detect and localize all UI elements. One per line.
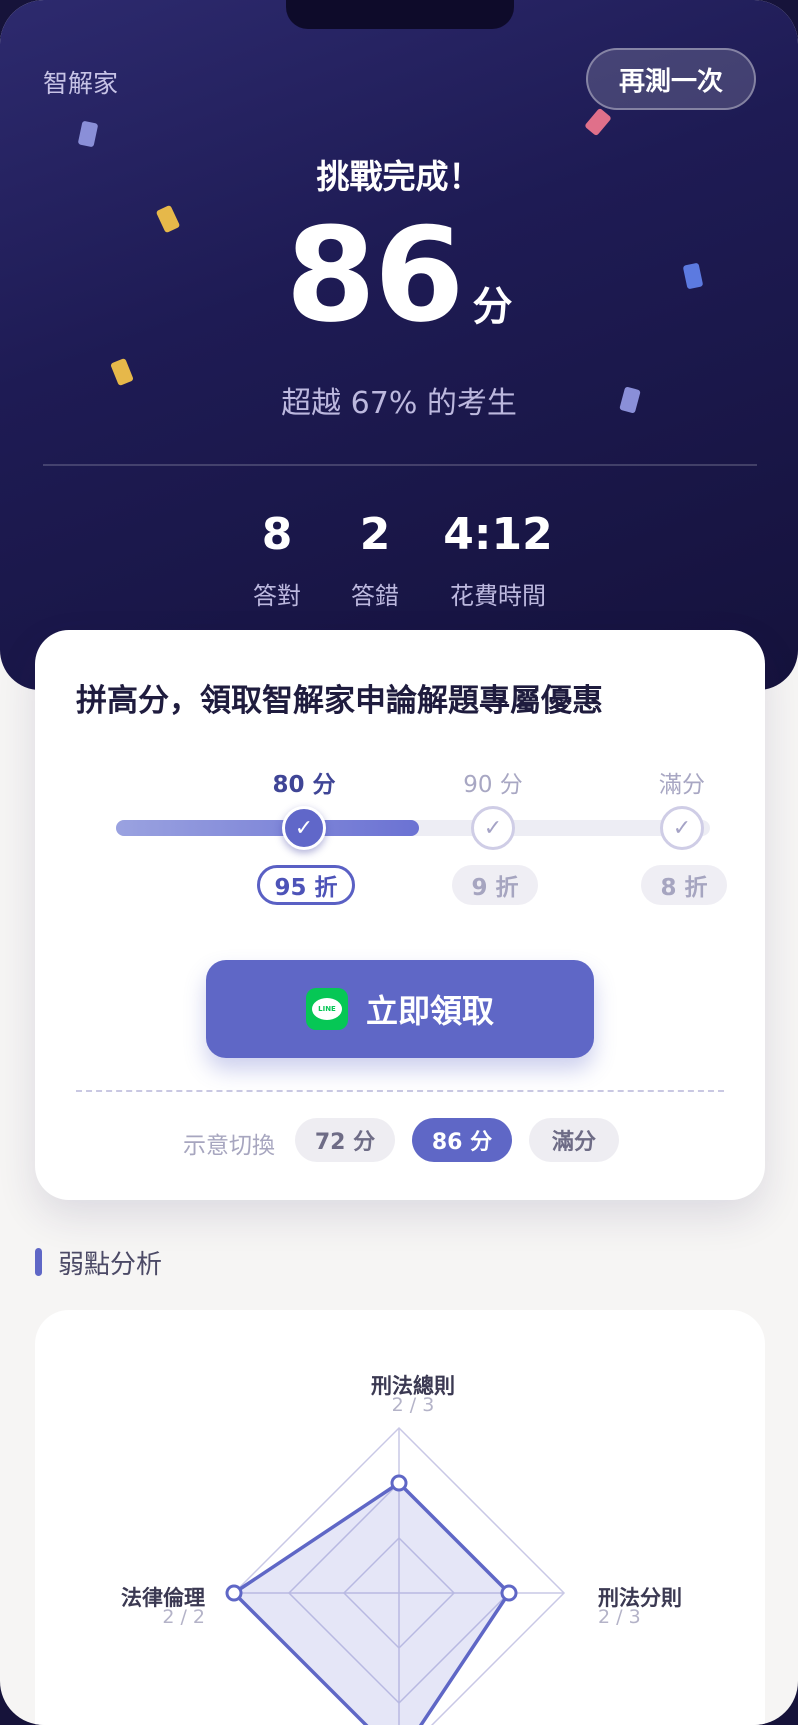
- line-icon: LINE: [305, 988, 348, 1030]
- discount-badge-95: 95 折: [257, 865, 355, 905]
- score-display: 86 分: [0, 210, 798, 340]
- divider: [43, 464, 757, 466]
- offer-title: 拼高分，領取智解家申論解題專屬優惠: [76, 683, 603, 719]
- progress-track: [116, 820, 710, 836]
- weakness-title: 弱點分析: [58, 1250, 163, 1280]
- claim-label: 立即領取: [365, 992, 494, 1030]
- tier-label-full: 滿分: [659, 772, 705, 798]
- axis-score-legal-ethics: 2 / 2: [162, 1606, 205, 1628]
- stat-label: 花費時間: [450, 582, 546, 610]
- axis-score-criminal-general: 2 / 3: [391, 1394, 435, 1416]
- radar-data-point: [225, 1584, 243, 1602]
- tier-label-90: 90 分: [463, 772, 523, 798]
- axis-score-criminal-specific: 2 / 3: [598, 1606, 641, 1628]
- retake-button[interactable]: 再測一次: [586, 48, 756, 110]
- confetti-piece: [77, 120, 99, 148]
- section-accent-bar: [35, 1248, 42, 1276]
- switch-option-86[interactable]: 86 分: [412, 1118, 512, 1162]
- stat-wrong: 2 答錯: [335, 510, 415, 611]
- tier-check-icon: ✓: [471, 806, 515, 850]
- stat-label: 答錯: [351, 582, 399, 610]
- tier-check-icon: ✓: [282, 806, 326, 850]
- stat-value: 4:12: [443, 509, 553, 560]
- progress-fill: [116, 820, 419, 836]
- brand-name: 智解家: [43, 69, 119, 98]
- stat-label: 答對: [253, 582, 301, 610]
- discount-badge-8: 8 折: [641, 865, 727, 905]
- score-value: 86: [285, 199, 465, 351]
- stat-correct: 8 答對: [237, 510, 317, 611]
- result-title: 挑戰完成！: [316, 157, 482, 196]
- offer-card: 拼高分，領取智解家申論解題專屬優惠 80 分 90 分 滿分 ✓ ✓ ✓ 95 …: [35, 630, 765, 1200]
- radar-data-point: [500, 1584, 518, 1602]
- radar-card: 刑法總則 2 / 3 刑法分則 2 / 3 法律倫理 2 / 2: [35, 1310, 765, 1725]
- line-icon-text: LINE: [311, 998, 342, 1020]
- claim-button[interactable]: LINE 立即領取: [206, 960, 594, 1058]
- switch-option-full[interactable]: 滿分: [529, 1118, 619, 1162]
- dashed-divider: [76, 1090, 724, 1092]
- stat-value: 8: [261, 509, 293, 560]
- confetti-piece: [584, 107, 612, 137]
- percentile-text: 超越 67% 的考生: [281, 386, 517, 421]
- stat-time: 4:12 花費時間: [430, 510, 566, 611]
- stat-value: 2: [359, 509, 391, 560]
- discount-badge-9: 9 折: [452, 865, 538, 905]
- result-hero: 智解家 再測一次 挑戰完成！ 86 分 超越 67% 的考生 8 答對 2 答錯 …: [0, 0, 798, 690]
- tier-label-80: 80 分: [272, 772, 336, 798]
- tier-check-icon: ✓: [660, 806, 704, 850]
- device-notch: [286, 0, 514, 29]
- app-screen: 智解家 再測一次 挑戰完成！ 86 分 超越 67% 的考生 8 答對 2 答錯 …: [0, 0, 798, 1725]
- switch-label: 示意切換: [183, 1133, 275, 1159]
- switch-option-72[interactable]: 72 分: [295, 1118, 395, 1162]
- radar-data-point: [390, 1474, 408, 1492]
- score-unit: 分: [472, 284, 513, 330]
